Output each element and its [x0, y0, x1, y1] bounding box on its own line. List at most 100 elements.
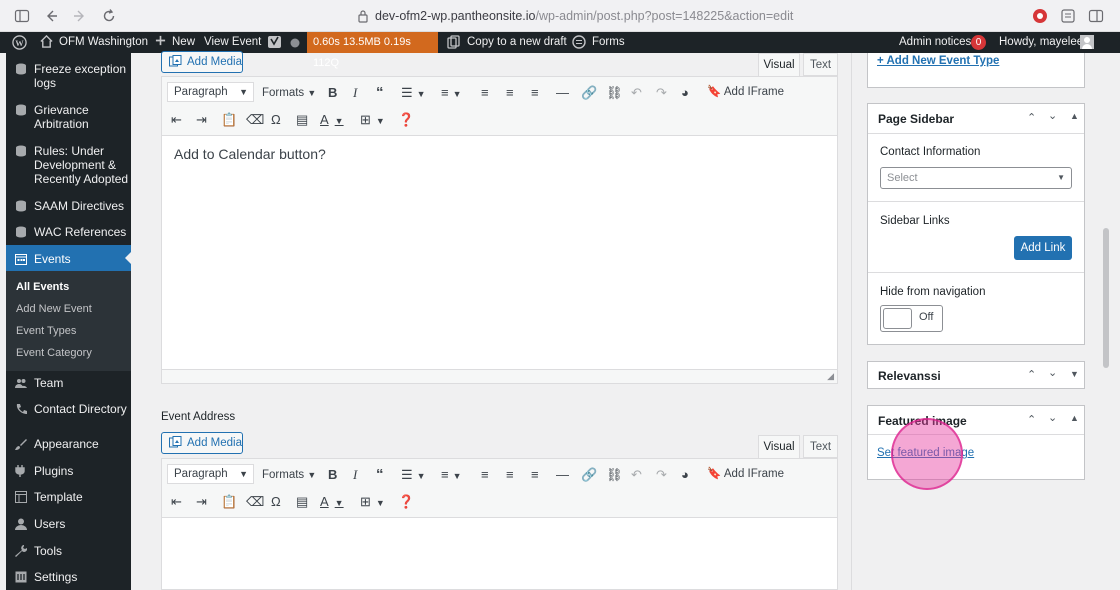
unlink-icon[interactable]: ⛓	[606, 85, 623, 101]
text-color-icon[interactable]: A ▼	[320, 112, 344, 129]
site-name-link[interactable]: OFM Washington	[59, 35, 148, 50]
menu-freeze-exception-logs[interactable]: Freeze exception logs	[6, 62, 131, 90]
move-down-icon[interactable]: ⌄	[1048, 109, 1057, 122]
menu-wac-references[interactable]: WAC References	[6, 225, 131, 239]
chart-icon[interactable]: ◕	[681, 85, 689, 101]
align-left-button[interactable]: ≡	[481, 85, 489, 101]
forward-icon[interactable]	[72, 8, 88, 24]
link-icon[interactable]: 🔗	[581, 85, 597, 101]
menu-events[interactable]: Events	[6, 252, 131, 266]
bold-button[interactable]: B	[328, 467, 337, 483]
align-center-button[interactable]: ≡	[506, 467, 514, 483]
table-icon[interactable]: ⊞ ▼	[360, 494, 385, 511]
submenu-add-new-event[interactable]: Add New Event	[16, 303, 92, 315]
menu-template[interactable]: Template	[6, 490, 131, 504]
address-tab-text[interactable]: Text	[803, 435, 838, 458]
menu-rules[interactable]: Rules: Under Development & Recently Adop…	[6, 144, 131, 186]
blockquote-button[interactable]: “	[376, 467, 384, 483]
numbered-list-button[interactable]: ≡ ▼	[441, 467, 462, 484]
add-link-button[interactable]: Add Link	[1014, 236, 1072, 260]
address-bar[interactable]: dev-ofm2-wp.pantheonsite.io/wp-admin/pos…	[375, 9, 793, 23]
indent-icon[interactable]: ⇥	[196, 112, 207, 128]
indent-icon[interactable]: ⇥	[196, 494, 207, 510]
reload-icon[interactable]	[101, 8, 117, 24]
redo-icon[interactable]: ↷	[656, 85, 667, 101]
read-more-icon[interactable]: ▤	[296, 494, 308, 510]
unlink-icon[interactable]: ⛓	[606, 467, 623, 483]
avatar[interactable]	[1080, 35, 1094, 49]
page-scrollbar[interactable]	[1101, 53, 1111, 590]
undo-icon[interactable]: ↶	[631, 467, 642, 483]
collapse-toggle-icon[interactable]: ▲	[1070, 111, 1079, 121]
add-iframe-button[interactable]: 🔖 Add IFrame	[707, 466, 784, 482]
blockquote-button[interactable]: “	[376, 85, 384, 101]
paste-text-icon[interactable]: 📋	[221, 494, 237, 510]
submenu-all-events[interactable]: All Events	[16, 281, 69, 293]
editor-content-area[interactable]: Add to Calendar button? ◢	[161, 136, 838, 384]
submenu-event-types[interactable]: Event Types	[16, 325, 76, 337]
formats-dropdown[interactable]: Formats ▼	[262, 85, 316, 101]
add-iframe-button[interactable]: 🔖 Add IFrame	[707, 84, 784, 100]
chart-icon[interactable]: ◕	[681, 467, 689, 483]
redo-icon[interactable]: ↷	[656, 467, 667, 483]
bold-button[interactable]: B	[328, 85, 337, 101]
read-more-icon[interactable]: ▤	[296, 112, 308, 128]
add-event-type-link[interactable]: + Add New Event Type	[877, 55, 999, 67]
horizontal-line-button[interactable]: —	[556, 85, 569, 101]
view-event-link[interactable]: View Event	[204, 35, 261, 50]
move-up-icon[interactable]: ⌃	[1027, 111, 1036, 124]
menu-contact-directory[interactable]: Contact Directory	[6, 402, 131, 416]
bullet-list-button[interactable]: ☰ ▼	[401, 467, 426, 484]
link-icon[interactable]: 🔗	[581, 467, 597, 483]
align-right-button[interactable]: ≡	[531, 467, 539, 483]
address-editor-content-area[interactable]	[161, 518, 838, 590]
table-icon[interactable]: ⊞ ▼	[360, 112, 385, 129]
copy-draft-link[interactable]: Copy to a new draft	[467, 35, 567, 50]
paste-text-icon[interactable]: 📋	[221, 112, 237, 128]
address-add-media-button[interactable]: Add Media	[161, 432, 243, 454]
menu-grievance-arbitration[interactable]: Grievance Arbitration	[6, 103, 131, 131]
move-down-icon[interactable]: ⌄	[1048, 366, 1057, 379]
italic-button[interactable]: I	[353, 467, 357, 483]
outdent-icon[interactable]: ⇤	[171, 112, 182, 128]
admin-notices-link[interactable]: Admin notices	[899, 35, 971, 50]
collapse-toggle-icon[interactable]: ▲	[1070, 413, 1079, 423]
home-icon[interactable]	[40, 34, 53, 50]
sidebar-toggle-icon[interactable]	[14, 8, 30, 24]
howdy-user-link[interactable]: Howdy, mayelee	[999, 35, 1083, 50]
special-character-icon[interactable]: Ω	[271, 494, 281, 510]
address-tab-visual[interactable]: Visual	[758, 435, 800, 458]
undo-icon[interactable]: ↶	[631, 85, 642, 101]
scrollbar-thumb[interactable]	[1103, 228, 1109, 368]
help-icon[interactable]: ❓	[398, 494, 414, 510]
menu-settings[interactable]: Settings	[6, 570, 131, 584]
submenu-event-category[interactable]: Event Category	[16, 347, 92, 359]
align-center-button[interactable]: ≡	[506, 85, 514, 101]
contact-select[interactable]: Select ▼	[880, 167, 1072, 189]
resize-handle-icon[interactable]: ◢	[827, 371, 834, 382]
forms-link[interactable]: Forms	[592, 35, 625, 50]
menu-appearance[interactable]: Appearance	[6, 437, 131, 451]
menu-plugins[interactable]: Plugins	[6, 464, 131, 478]
query-monitor-stats[interactable]: 0.60s 13.5MB 0.19s 112Q	[307, 32, 438, 69]
move-up-icon[interactable]: ⌃	[1027, 368, 1036, 381]
bullet-list-button[interactable]: ☰ ▼	[401, 85, 426, 102]
align-left-button[interactable]: ≡	[481, 467, 489, 483]
expand-toggle-icon[interactable]: ▼	[1070, 369, 1079, 379]
menu-tools[interactable]: Tools	[6, 544, 131, 558]
move-down-icon[interactable]: ⌄	[1048, 411, 1057, 424]
move-up-icon[interactable]: ⌃	[1027, 413, 1036, 426]
numbered-list-button[interactable]: ≡ ▼	[441, 85, 462, 102]
formats-dropdown[interactable]: Formats ▼	[262, 467, 316, 483]
new-content-link[interactable]: New	[172, 35, 195, 50]
extension-icon[interactable]	[1032, 8, 1048, 24]
hide-nav-toggle[interactable]: Off	[880, 305, 943, 332]
text-color-icon[interactable]: A ▼	[320, 494, 344, 511]
add-media-button[interactable]: Add Media	[161, 51, 243, 73]
clear-format-icon[interactable]: ⌫	[246, 494, 264, 510]
clear-format-icon[interactable]: ⌫	[246, 112, 264, 128]
format-select[interactable]: Paragraph ▼	[167, 82, 254, 102]
reader-icon[interactable]	[1060, 8, 1076, 24]
tab-text[interactable]: Text	[803, 53, 838, 76]
menu-saam-directives[interactable]: SAAM Directives	[6, 199, 131, 213]
